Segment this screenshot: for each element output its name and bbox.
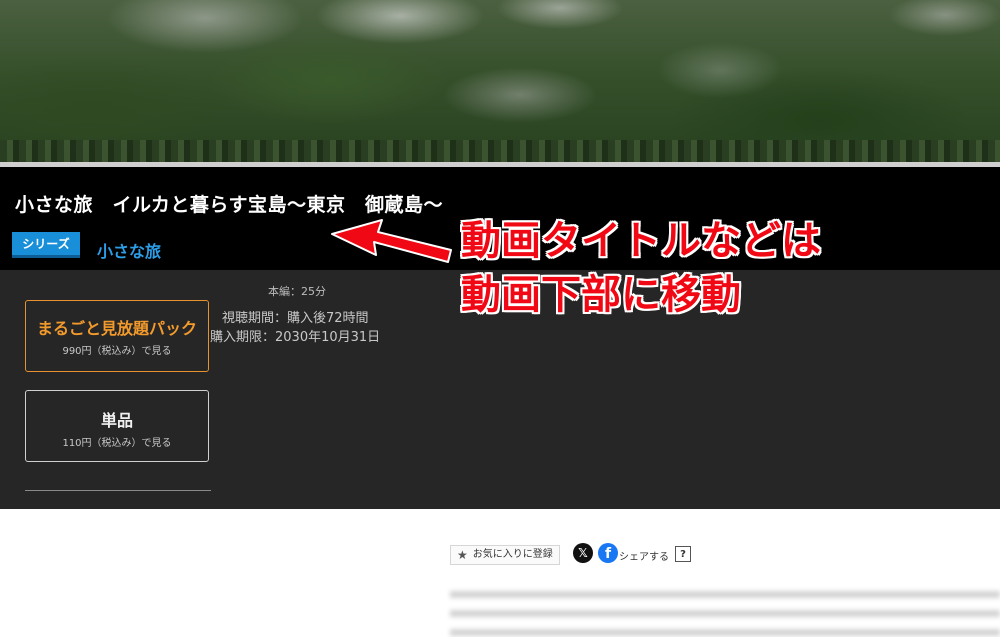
hero-image-edge xyxy=(0,140,1000,163)
series-link[interactable]: 小さな旅 xyxy=(97,238,161,262)
annotation-arrow xyxy=(331,219,452,263)
single-plan-button[interactable]: 単品 110円（税込み）で見る xyxy=(25,390,209,462)
annotation-line-1: 動画タイトルなどは xyxy=(461,218,821,264)
series-badge: シリーズ xyxy=(12,232,80,258)
description-text-blurred xyxy=(450,591,1000,598)
viewing-period-text: 視聴期間：購入後72時間 xyxy=(222,311,369,326)
pack-plan-title: まるごと見放題パック xyxy=(36,319,197,338)
description-text-blurred xyxy=(450,629,1000,636)
help-icon[interactable]: ? xyxy=(675,546,691,562)
pack-plan-price: 990円（税込み）で見る xyxy=(62,346,172,357)
runtime-text: 本編：25分 xyxy=(268,285,326,298)
share-label: シェアする xyxy=(619,552,669,563)
favorite-label: お気に入りに登録 xyxy=(472,549,553,560)
annotation-line-2: 動画下部に移動 xyxy=(461,272,741,318)
x-share-icon[interactable]: 𝕏 xyxy=(573,543,593,563)
panel-divider xyxy=(25,490,211,491)
favorite-button[interactable]: ★ お気に入りに登録 xyxy=(450,545,560,565)
single-plan-title: 単品 xyxy=(100,411,133,430)
purchase-deadline-text: 購入期限：2030年10月31日 xyxy=(210,330,381,345)
facebook-share-icon[interactable]: f xyxy=(598,543,618,563)
description-text-blurred xyxy=(450,610,1000,617)
hero-image xyxy=(0,0,1000,163)
pack-plan-button[interactable]: まるごと見放題パック 990円（税込み）で見る xyxy=(25,300,209,372)
single-plan-price: 110円（税込み）で見る xyxy=(62,438,172,449)
star-icon: ★ xyxy=(457,548,468,562)
